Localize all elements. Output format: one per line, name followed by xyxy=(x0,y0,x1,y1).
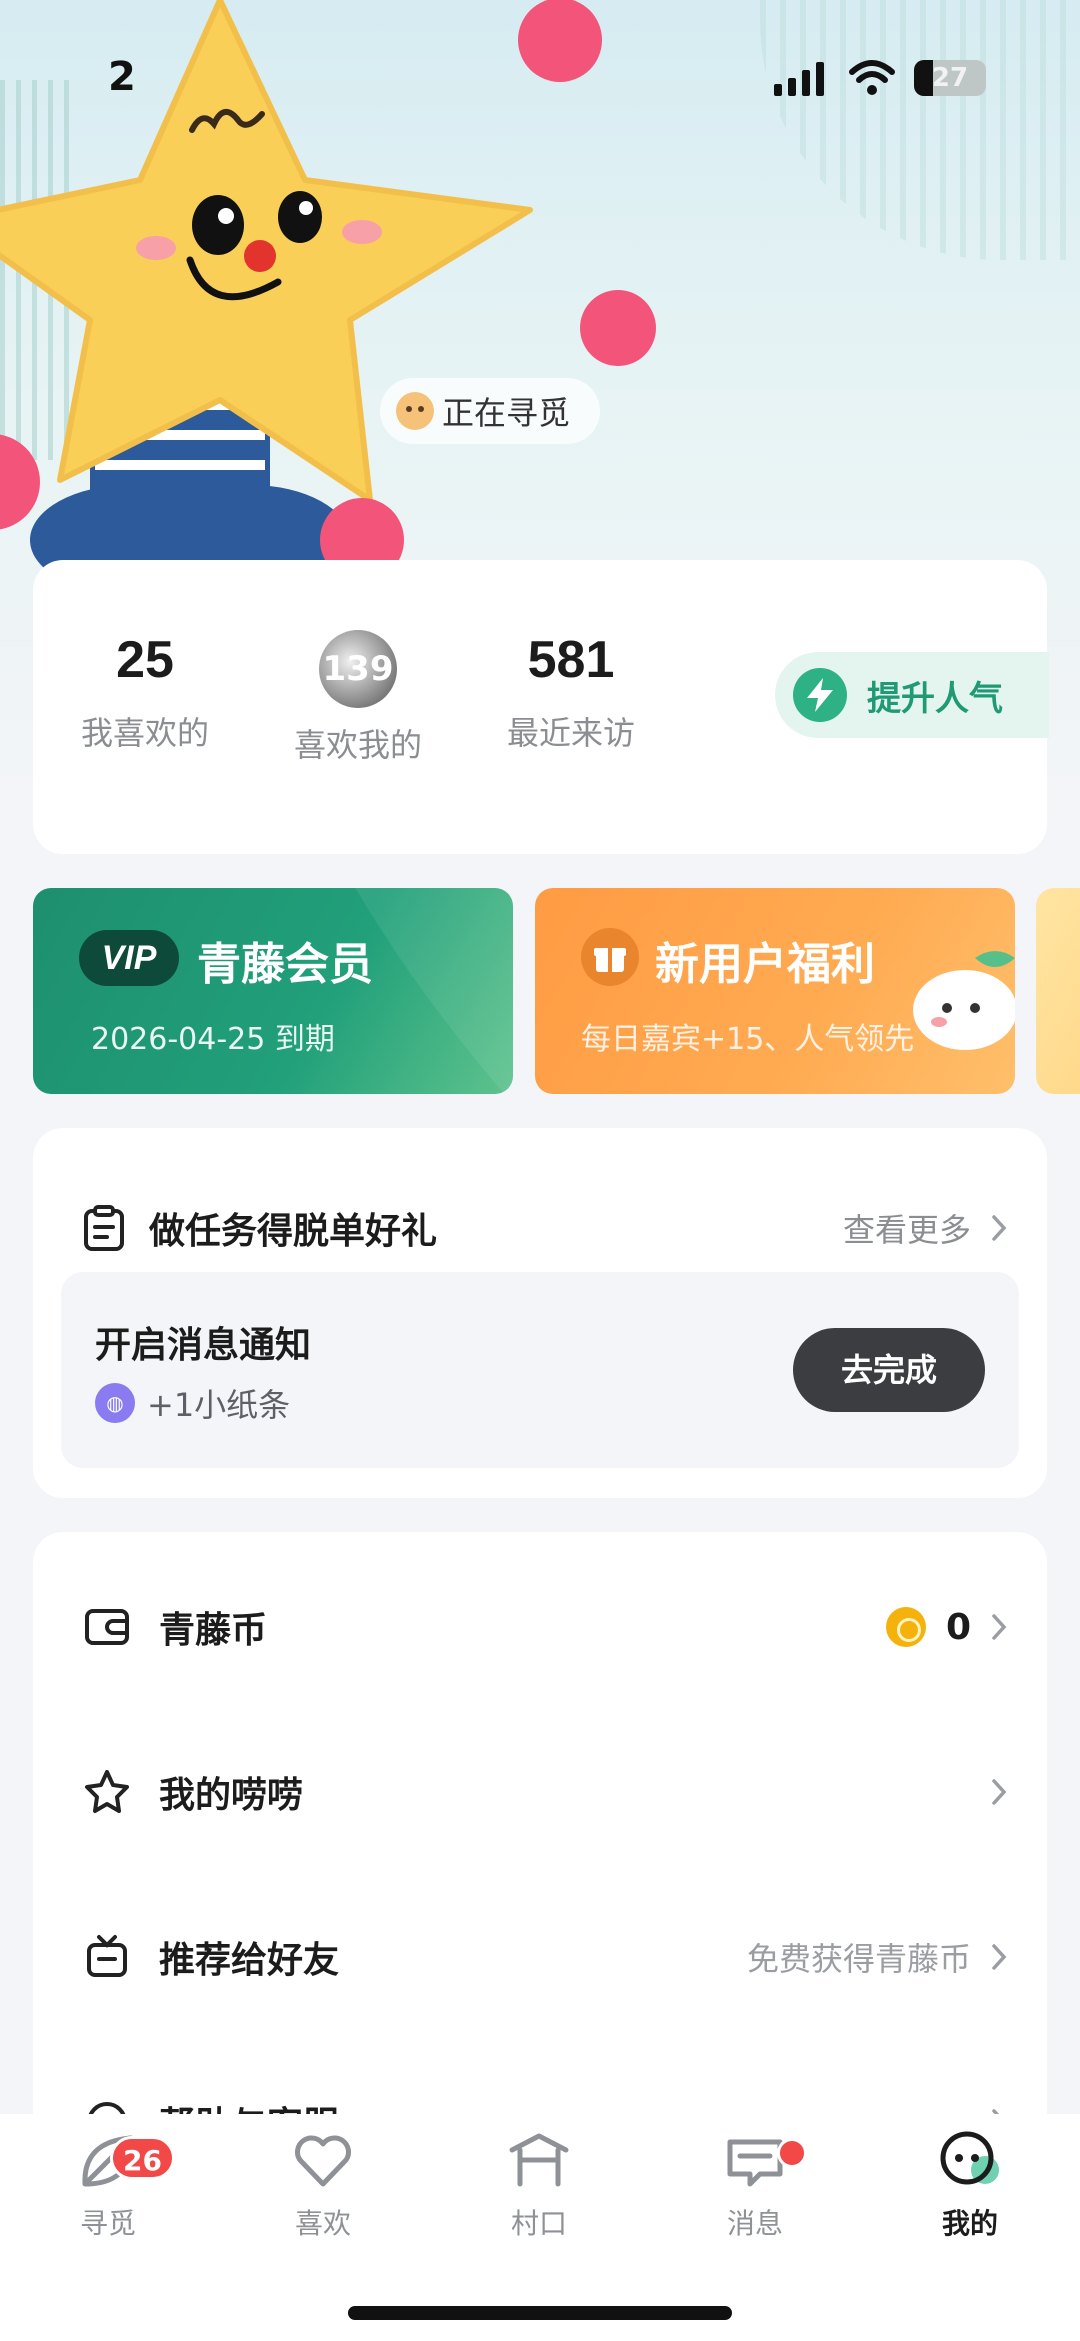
task-reward-label: +1小纸条 xyxy=(147,1386,291,1424)
next-banner-peek[interactable] xyxy=(1036,888,1080,1094)
wallet-icon xyxy=(85,1609,129,1645)
heart-icon xyxy=(295,2135,351,2187)
coin-icon xyxy=(885,1607,926,1647)
gift-box-icon xyxy=(87,1935,127,1977)
lightning-icon xyxy=(793,668,847,722)
chevron-right-icon xyxy=(992,1779,1007,1805)
notification-badge: 26 xyxy=(110,2136,175,2180)
menu-item-recommend[interactable]: 推荐给好友 免费获得青藤币 xyxy=(83,1902,1007,2012)
tab-likes[interactable]: 喜欢 xyxy=(253,2128,393,2242)
view-more-label: 查看更多 xyxy=(842,1211,971,1249)
battery-icon: 27 xyxy=(914,60,986,96)
profile-stats-card: 25 我喜欢的 139 喜欢我的 581 最近来访 提升人气 xyxy=(33,560,1049,854)
vip-title: 青藤会员 xyxy=(197,939,373,990)
home-indicator[interactable] xyxy=(348,2306,732,2320)
tab-seek[interactable]: 26 寻觅 xyxy=(38,2128,178,2242)
status-bar: 2 27 xyxy=(0,0,1080,150)
view-more-link[interactable]: 查看更多 xyxy=(843,1205,1007,1251)
boost-label: 提升人气 xyxy=(867,678,1003,719)
tab-label: 寻觅 xyxy=(79,2207,136,2240)
tab-label: 村口 xyxy=(510,2207,567,2240)
cellular-signal-icon xyxy=(774,62,824,96)
coin-count: 0 xyxy=(945,1606,971,1648)
menu-item-coins[interactable]: 青藤币 0 xyxy=(83,1572,1007,1682)
new-user-benefits-banner[interactable]: 新用户福利 每日嘉宾+15、人气领先 xyxy=(535,888,1015,1094)
emoji-face-icon xyxy=(396,392,434,430)
boost-popularity-button[interactable]: 提升人气 xyxy=(775,652,1049,738)
menu-item-my-posts[interactable]: 我的唠唠 xyxy=(83,1737,1007,1847)
stat-recent-visitors[interactable]: 581 最近来访 xyxy=(471,630,671,754)
status-chip-label: 正在寻觅 xyxy=(442,394,571,432)
stat-visitors-label: 最近来访 xyxy=(506,714,635,752)
mascot-icon xyxy=(913,951,1015,1050)
chevron-right-icon xyxy=(992,1614,1007,1640)
vip-expiry: 2026-04-25 到期 xyxy=(91,1022,335,1057)
stat-visitors-value: 581 xyxy=(527,631,615,689)
gate-icon xyxy=(509,2133,569,2187)
star-icon xyxy=(85,1770,129,1813)
profile-face-icon xyxy=(940,2131,999,2185)
stat-liked-me-value: 139 xyxy=(319,630,397,708)
chat-icon xyxy=(727,2139,783,2187)
gift-icon xyxy=(581,928,639,986)
task-item-title: 开启消息通知 xyxy=(95,1325,312,1366)
tab-label: 喜欢 xyxy=(294,2207,351,2240)
complete-task-button[interactable]: 去完成 xyxy=(793,1328,985,1412)
tab-messages[interactable]: 消息 xyxy=(685,2128,825,2242)
unread-dot xyxy=(777,2138,807,2168)
tab-label: 消息 xyxy=(726,2207,783,2240)
wifi-icon xyxy=(849,60,895,95)
chevron-right-icon xyxy=(992,1215,1007,1241)
stat-liked-label: 我喜欢的 xyxy=(80,714,209,752)
new-user-title: 新用户福利 xyxy=(655,939,875,990)
stat-liked-me-label: 喜欢我的 xyxy=(293,726,422,764)
battery-level: 27 xyxy=(931,63,969,93)
menu-item-hint: 免费获得青藤币 xyxy=(746,1940,971,1978)
clipboard-icon xyxy=(84,1205,124,1251)
task-header: 做任务得脱单好礼 查看更多 xyxy=(83,1176,1007,1280)
task-item-reward: ◍ +1小纸条 xyxy=(95,1380,290,1426)
menu-card: 青藤币 0 我的唠唠 推荐给好友 免费获得青藤币 帮助与客服 xyxy=(33,1532,1047,2152)
task-card: 做任务得脱单好礼 查看更多 开启消息通知 ◍ +1小纸条 去完成 xyxy=(33,1128,1047,1498)
task-item: 开启消息通知 ◍ +1小纸条 去完成 xyxy=(61,1272,1019,1468)
stat-liked[interactable]: 25 我喜欢的 xyxy=(45,630,245,754)
note-icon: ◍ xyxy=(95,1383,135,1423)
tab-me[interactable]: 我的 xyxy=(900,2128,1040,2242)
menu-item-label: 推荐给好友 xyxy=(159,1940,340,1981)
tab-label: 我的 xyxy=(941,2207,998,2240)
task-title: 做任务得脱单好礼 xyxy=(149,1211,438,1252)
stat-liked-value: 25 xyxy=(116,631,174,689)
menu-item-label: 青藤币 xyxy=(159,1610,268,1651)
chevron-right-icon xyxy=(992,1944,1007,1970)
vip-membership-banner[interactable]: VIP 青藤会员 2026-04-25 到期 xyxy=(33,888,513,1094)
new-user-subtitle: 每日嘉宾+15、人气领先 xyxy=(581,1022,915,1057)
menu-item-label: 我的唠唠 xyxy=(159,1775,304,1816)
tab-village[interactable]: 村口 xyxy=(469,2128,609,2242)
status-chip[interactable]: 正在寻觅 xyxy=(380,378,601,444)
vip-logo: VIP xyxy=(79,930,179,986)
stat-liked-me[interactable]: 139 喜欢我的 xyxy=(258,630,458,766)
status-time: 2 xyxy=(108,54,136,100)
